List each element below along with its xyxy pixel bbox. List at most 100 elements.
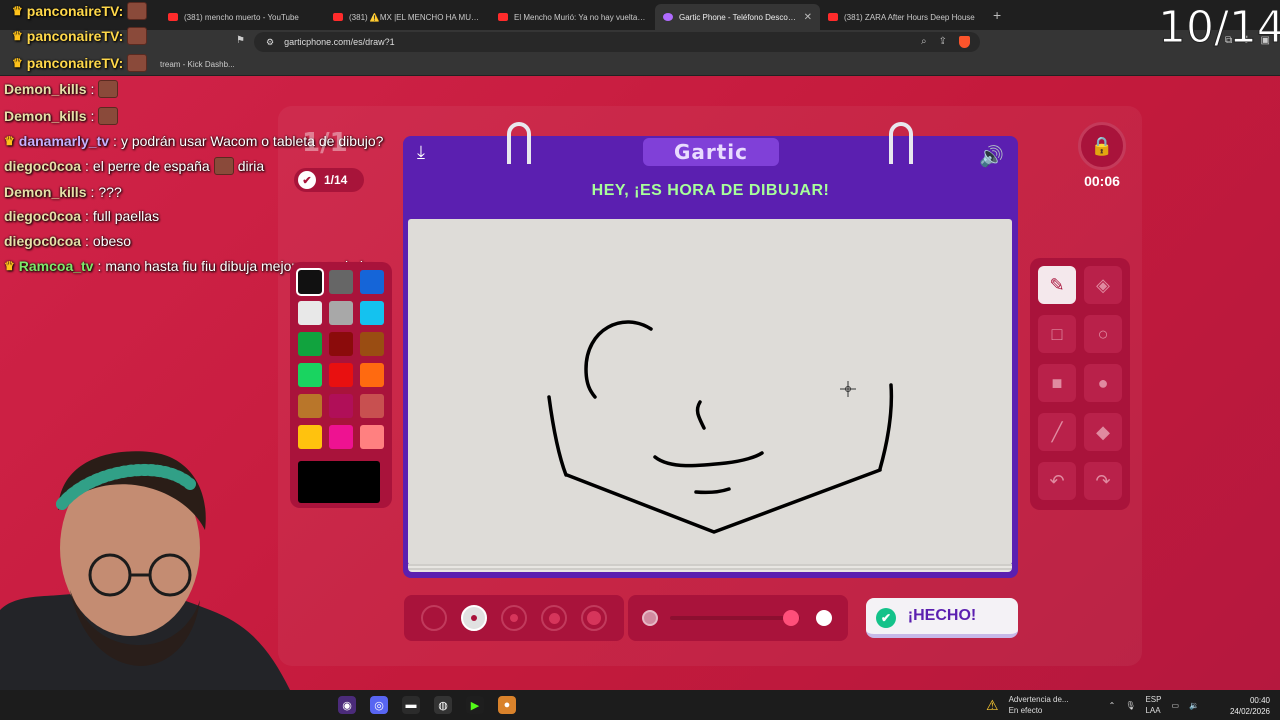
browser-tab-active[interactable]: Gartic Phone - Teléfono Descompuesto✕: [655, 4, 820, 30]
pencil-tool[interactable]: ✎: [1038, 266, 1076, 304]
sketchbook: ⤓ Gartic 🔊 HEY, ¡ES HORA DE DIBUJAR!: [403, 122, 1018, 578]
volume-icon[interactable]: 🔊: [979, 144, 1004, 169]
stroke-jaw-left: [547, 395, 568, 477]
crown-icon: ♛: [12, 29, 23, 43]
url-field[interactable]: ⚙ garticphone.com/es/draw?1 ⌕ ⇪: [254, 32, 980, 52]
color-swatch[interactable]: [298, 425, 322, 449]
color-swatch[interactable]: [329, 394, 353, 418]
system-tray: ⚠ Advertencia de... En efecto ⌃ 🎙 ESP LA…: [986, 694, 1199, 716]
brave-icon[interactable]: ◍: [434, 696, 452, 714]
line-tool[interactable]: ╱: [1038, 413, 1076, 451]
opacity-slider[interactable]: [628, 595, 848, 641]
brush-size-xs[interactable]: [421, 605, 447, 631]
crosshair-cursor: [840, 381, 856, 397]
terminal-icon[interactable]: ▬: [402, 696, 420, 714]
opacity-max-icon: [816, 610, 832, 626]
download-icon[interactable]: ⤓: [417, 142, 425, 163]
crown-icon: ♛: [12, 4, 23, 18]
brave-shield-icon[interactable]: [959, 36, 970, 48]
crown-icon: ♛: [4, 134, 15, 148]
opacity-track[interactable]: [670, 616, 800, 620]
color-swatch[interactable]: [298, 301, 322, 325]
brush-size-l[interactable]: [541, 605, 567, 631]
rectangle-fill-tool[interactable]: ■: [1038, 364, 1076, 402]
eraser-tool[interactable]: ◈: [1084, 266, 1122, 304]
binder-ring: [889, 122, 913, 164]
color-swatch[interactable]: [360, 301, 384, 325]
chat-top-name: ♛ panconaireTV:: [12, 2, 148, 20]
color-swatch[interactable]: [360, 332, 384, 356]
brush-size-m[interactable]: [501, 605, 527, 631]
round-counter-overlay: 10/14: [1158, 2, 1280, 54]
opacity-min-icon: [642, 610, 658, 626]
emote-icon: [127, 54, 148, 72]
color-swatch[interactable]: [329, 301, 353, 325]
sketchbook-pages: [408, 564, 1012, 572]
warning-notification[interactable]: Advertencia de... En efecto: [1009, 694, 1069, 716]
opacity-handle[interactable]: [782, 610, 799, 626]
obs-icon[interactable]: ◉: [338, 696, 356, 714]
discord-icon[interactable]: ◎: [370, 696, 388, 714]
webcam-feed: [0, 451, 290, 690]
color-swatch[interactable]: [329, 425, 353, 449]
browser-tab[interactable]: (381) ⚠️MX |EL MENCHO HA MUERTO: [325, 4, 490, 30]
brush-size-s[interactable]: [461, 605, 487, 631]
address-bar: ⚑ ⚙ garticphone.com/es/draw?1 ⌕ ⇪ ⧉ ✚ ▣: [0, 30, 1280, 54]
youtube-icon: [168, 13, 178, 21]
check-badge-icon: ✔: [876, 608, 896, 628]
bookmark-icon[interactable]: ⚑: [236, 35, 245, 46]
network-icon[interactable]: ▭: [1171, 701, 1179, 710]
app-icon[interactable]: ●: [498, 696, 516, 714]
color-swatch[interactable]: [360, 394, 384, 418]
color-swatch[interactable]: [329, 363, 353, 387]
lock-icon[interactable]: 🔒: [1078, 122, 1126, 170]
youtube-icon: [828, 13, 838, 21]
bucket-tool[interactable]: ◆: [1084, 413, 1122, 451]
binder-ring: [507, 122, 531, 164]
color-swatch[interactable]: [329, 332, 353, 356]
current-color-preview[interactable]: [298, 461, 380, 503]
color-palette: [290, 262, 392, 508]
browser-tab[interactable]: El Mencho Murió: Ya no hay vuelta atrás: [490, 4, 655, 30]
tray-expand-icon[interactable]: ⌃: [1109, 701, 1116, 710]
round-progress-badge: ✔ 1/14: [294, 168, 364, 192]
gartic-icon: [663, 13, 673, 21]
color-swatch[interactable]: [360, 363, 384, 387]
color-swatch[interactable]: [329, 270, 353, 294]
color-swatch[interactable]: [298, 363, 322, 387]
new-tab-button[interactable]: +: [993, 7, 1001, 23]
ellipse-outline-tool[interactable]: ○: [1084, 315, 1122, 353]
emote-icon: [213, 157, 234, 175]
ellipse-fill-tool[interactable]: ●: [1084, 364, 1122, 402]
color-swatch[interactable]: [298, 394, 322, 418]
emote-icon: [98, 107, 119, 125]
color-swatch[interactable]: [298, 332, 322, 356]
color-swatch[interactable]: [360, 425, 384, 449]
site-info-icon[interactable]: ⚙: [266, 37, 274, 48]
stroke-head-curve: [584, 320, 653, 399]
browser-tab[interactable]: (381) ZARA After Hours Deep House: [820, 4, 985, 30]
warning-icon[interactable]: ⚠: [986, 697, 999, 714]
done-button[interactable]: ✔ ¡HECHO!: [866, 598, 1018, 638]
chat-top-name: ♛ panconaireTV:: [12, 27, 148, 45]
mic-icon[interactable]: 🎙: [1125, 701, 1135, 710]
stroke-chin-line: [694, 487, 731, 495]
emote-icon: [127, 2, 148, 20]
browser-tab[interactable]: (381) mencho muerto - YouTube: [160, 4, 325, 30]
language-indicator[interactable]: ESP LAA: [1145, 694, 1161, 716]
zoom-icon[interactable]: ⌕: [921, 36, 927, 48]
rectangle-outline-tool[interactable]: □: [1038, 315, 1076, 353]
taskbar-clock[interactable]: 00:40 24/02/2026: [1230, 695, 1270, 717]
drawing-canvas[interactable]: [408, 219, 1012, 565]
close-tab-icon[interactable]: ✕: [804, 12, 812, 23]
browser-tabbar: (381) mencho muerto - YouTube (381) ⚠️MX…: [0, 0, 1280, 30]
undo-tool[interactable]: ↶: [1038, 462, 1076, 500]
redo-tool[interactable]: ↷: [1084, 462, 1122, 500]
kick-icon[interactable]: ▶: [466, 696, 484, 714]
volume-tray-icon[interactable]: 🔉: [1189, 701, 1199, 710]
youtube-icon: [498, 13, 508, 21]
color-swatch[interactable]: [296, 268, 324, 296]
color-swatch[interactable]: [360, 270, 384, 294]
brush-size-xl[interactable]: [581, 605, 607, 631]
share-icon[interactable]: ⇪: [939, 36, 947, 48]
